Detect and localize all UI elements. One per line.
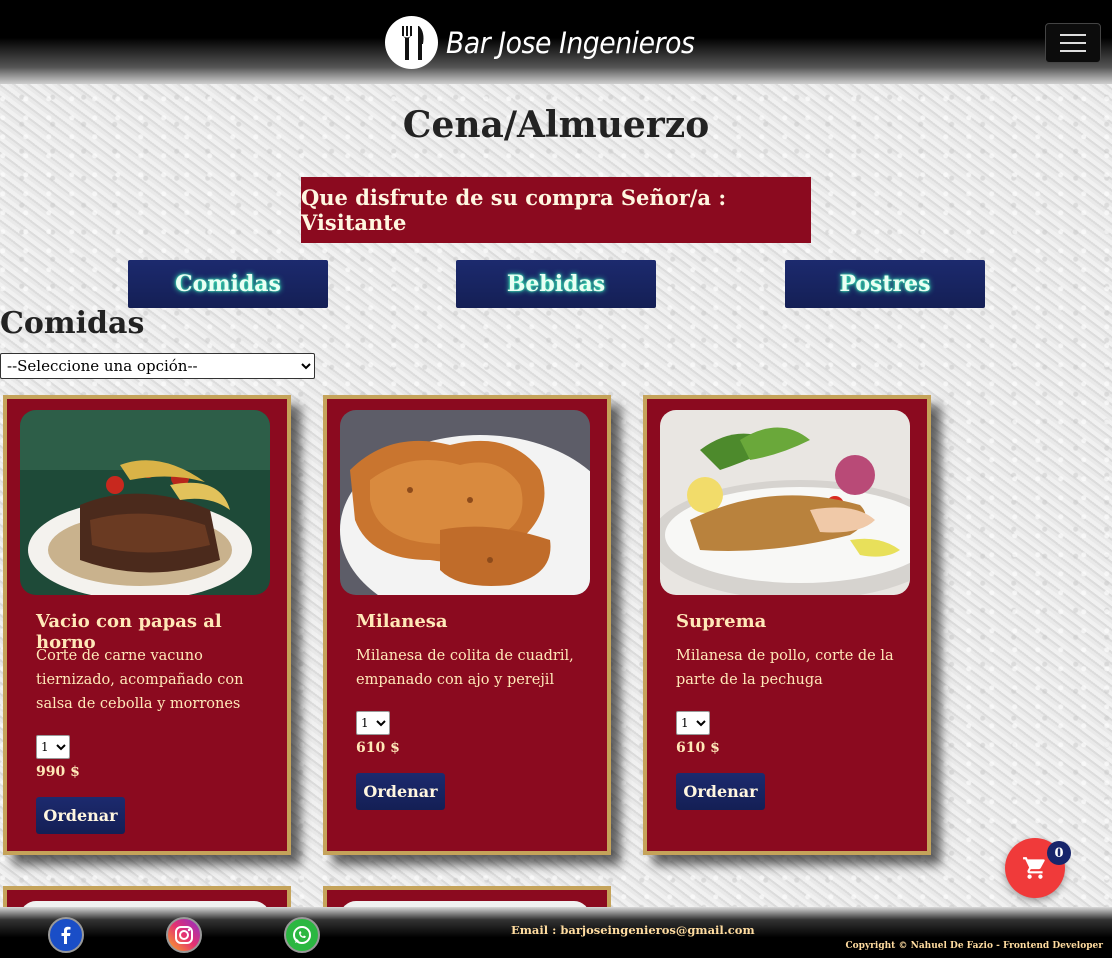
category-button-bebidas[interactable]: Bebidas bbox=[456, 260, 656, 308]
quantity-select[interactable]: 1 bbox=[676, 711, 710, 735]
quantity-select[interactable]: 1 bbox=[36, 735, 70, 759]
hamburger-menu-button[interactable] bbox=[1045, 23, 1101, 63]
order-button[interactable]: Ordenar bbox=[356, 773, 445, 810]
section-title: Comidas bbox=[0, 306, 145, 341]
fork-knife-icon bbox=[385, 16, 438, 69]
product-image bbox=[660, 410, 910, 595]
brand[interactable]: Bar Jose Ingenieros bbox=[385, 16, 716, 69]
product-price: 990 $ bbox=[36, 764, 80, 780]
footer: Email : barjoseingenieros@gmail.com Copy… bbox=[0, 907, 1112, 958]
product-name: Milanesa bbox=[356, 611, 448, 632]
page-title: Cena/Almuerzo bbox=[402, 104, 710, 146]
shopping-cart-icon bbox=[1023, 857, 1045, 879]
order-button[interactable]: Ordenar bbox=[36, 797, 125, 834]
product-price: 610 $ bbox=[356, 740, 400, 756]
footer-copyright: Copyright © Nahuel De Fazio - Frontend D… bbox=[845, 941, 1103, 951]
footer-email[interactable]: Email : barjoseingenieros@gmail.com bbox=[511, 923, 755, 937]
category-button-postres[interactable]: Postres bbox=[785, 260, 985, 308]
product-description: Milanesa de colita de cuadril, empanado … bbox=[356, 648, 574, 688]
navbar: Bar Jose Ingenieros bbox=[0, 0, 1112, 84]
brand-name: Bar Jose Ingenieros bbox=[446, 25, 695, 60]
product-price: 610 $ bbox=[676, 740, 720, 756]
product-image bbox=[20, 410, 270, 595]
category-button-comidas[interactable]: Comidas bbox=[128, 260, 328, 308]
product-card: Milanesa Milanesa de colita de cuadril, … bbox=[323, 395, 611, 855]
product-card: Suprema Milanesa de pollo, corte de la p… bbox=[643, 395, 931, 855]
facebook-icon[interactable] bbox=[48, 917, 84, 953]
welcome-banner: Que disfrute de su compra Señor/a : Visi… bbox=[301, 177, 811, 243]
product-card: Vacio con papas al horno Corte de carne … bbox=[3, 395, 291, 855]
order-button[interactable]: Ordenar bbox=[676, 773, 765, 810]
product-image bbox=[340, 410, 590, 595]
product-name: Suprema bbox=[676, 611, 767, 632]
filter-select[interactable]: --Seleccione una opción-- bbox=[0, 353, 315, 379]
product-description: Corte de carne vacuno tiernizado, acompa… bbox=[36, 648, 244, 712]
whatsapp-icon[interactable] bbox=[284, 917, 320, 953]
quantity-select[interactable]: 1 bbox=[356, 711, 390, 735]
product-description: Milanesa de pollo, corte de la parte de … bbox=[676, 648, 894, 688]
instagram-icon[interactable] bbox=[166, 917, 202, 953]
hamburger-menu-icon bbox=[1060, 34, 1086, 36]
cart-count-badge: 0 bbox=[1047, 841, 1071, 865]
